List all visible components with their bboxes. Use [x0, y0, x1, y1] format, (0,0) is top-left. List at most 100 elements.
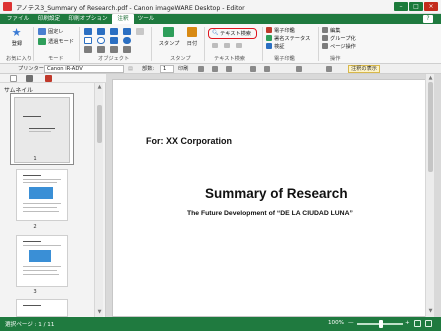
- pen-icon[interactable]: [84, 28, 92, 35]
- verify-icon: [266, 43, 272, 49]
- print-option-icon[interactable]: [296, 66, 302, 72]
- thumbnail-line: [23, 182, 57, 183]
- zoom-slider-handle[interactable]: [379, 320, 383, 328]
- seal-button[interactable]: 電子印鑑: [274, 27, 295, 34]
- print-toolbar: プリンター: Canon iR-ADV ▤ 部数: 1 印刷 注釈の表示: [0, 64, 441, 74]
- print-option-icon[interactable]: [226, 66, 232, 72]
- thumbnail-page-number: 1: [33, 156, 37, 162]
- filled-ellipse-icon[interactable]: [123, 37, 131, 44]
- thumbnail-line: [23, 211, 59, 212]
- search-option-icon[interactable]: [224, 43, 230, 48]
- print-option-icon[interactable]: [264, 66, 270, 72]
- fixed-mode-button[interactable]: 固定レ: [48, 28, 64, 35]
- group-button[interactable]: グループ化: [330, 35, 356, 42]
- arrow-icon[interactable]: [97, 46, 105, 53]
- register-button[interactable]: 登録: [8, 40, 26, 47]
- print-label[interactable]: 印刷: [178, 65, 188, 73]
- scrollbar-thumb[interactable]: [428, 82, 433, 172]
- tab-print-settings[interactable]: 印刷設定: [34, 14, 64, 24]
- highlighter-icon[interactable]: [123, 28, 131, 35]
- thumbnail-line: [29, 131, 51, 132]
- thumbnail-line: [23, 203, 61, 204]
- line-icon[interactable]: [84, 46, 92, 53]
- edit-icon: [322, 27, 328, 33]
- annotation-show-button[interactable]: 注釈の表示: [348, 65, 380, 73]
- thumbnail-page-1[interactable]: [10, 93, 74, 165]
- stamp-icon: [163, 27, 174, 37]
- fit-page-icon[interactable]: [414, 320, 421, 327]
- selected-page-status: 選択ページ : 1 / 11: [5, 322, 55, 328]
- print-option-icon[interactable]: [198, 66, 204, 72]
- edit-button[interactable]: 編集: [330, 27, 340, 34]
- tab-print-options[interactable]: 印刷オプション: [66, 14, 110, 24]
- note-icon[interactable]: [110, 28, 118, 35]
- print-option-icon[interactable]: [212, 66, 218, 72]
- scroll-up-icon[interactable]: ▲: [427, 75, 434, 82]
- thumbnail-photo: [29, 187, 53, 199]
- thumbnail-page-3[interactable]: [16, 235, 68, 287]
- group-divider: [151, 27, 152, 61]
- verify-button[interactable]: 検証: [274, 43, 284, 50]
- tab-file[interactable]: ファイル: [4, 14, 32, 24]
- group-divider: [33, 27, 34, 61]
- thumbnail-line: [23, 274, 59, 275]
- printer-select[interactable]: Canon iR-ADV: [44, 65, 124, 73]
- polygon-icon[interactable]: [123, 46, 131, 53]
- mode-group-label: モード: [48, 56, 64, 62]
- tab-annotation[interactable]: 注釈: [112, 14, 134, 24]
- search-option-icon[interactable]: [212, 43, 218, 48]
- polyline-icon[interactable]: [110, 46, 118, 53]
- thumbnail-line: [23, 266, 61, 267]
- transparent-mode-button[interactable]: 透過モード: [48, 38, 74, 45]
- document-scrollbar[interactable]: ▲ ▼: [425, 74, 434, 317]
- thumbnail-page-number: 3: [33, 289, 37, 295]
- search-icon: 🔍︎: [212, 30, 219, 36]
- scroll-down-icon[interactable]: ▼: [96, 309, 103, 316]
- search-option-icon[interactable]: [236, 43, 242, 48]
- signature-status-icon: [266, 35, 272, 41]
- e-signature-group-label: 電子印鑑: [274, 56, 295, 62]
- close-button[interactable]: ×: [424, 2, 438, 11]
- group-divider: [79, 27, 80, 61]
- title-bar: アノテス3_Summary of Research.pdf - Canon im…: [0, 0, 441, 14]
- text-search-button[interactable]: テキスト検索: [220, 30, 251, 37]
- comment-icon[interactable]: [26, 75, 33, 82]
- page-operation-icon: [322, 43, 328, 49]
- side-nav-tabs: [0, 74, 106, 83]
- print-option-icon[interactable]: [326, 66, 332, 72]
- zoom-out-button[interactable]: —: [348, 320, 354, 326]
- thumbnail-page-4[interactable]: [16, 299, 68, 317]
- zoom-in-button[interactable]: +: [405, 320, 410, 326]
- group-divider: [204, 27, 205, 61]
- thumbnail-view-icon[interactable]: [10, 75, 17, 82]
- date-stamp-button[interactable]: 日付: [184, 40, 200, 47]
- rectangle-icon[interactable]: [84, 37, 92, 44]
- thumbnail-page-2[interactable]: [16, 169, 68, 221]
- object-more-icon[interactable]: [136, 28, 144, 35]
- page-operation-button[interactable]: ページ操作: [330, 43, 356, 50]
- for-line: For: XX Corporation: [146, 136, 232, 146]
- star-icon: ★: [11, 26, 22, 39]
- help-icon[interactable]: ?: [423, 15, 433, 23]
- thumbnail-line: [23, 175, 41, 176]
- scrollbar-thumb[interactable]: [97, 105, 102, 143]
- minimize-button[interactable]: –: [394, 2, 408, 11]
- ellipse-icon[interactable]: [97, 37, 105, 44]
- copies-input[interactable]: 1: [160, 65, 174, 73]
- printer-properties-icon[interactable]: ▤: [128, 65, 133, 73]
- stamp-button[interactable]: スタンプ: [154, 40, 184, 47]
- scroll-down-icon[interactable]: ▼: [427, 308, 434, 315]
- fit-width-icon[interactable]: [425, 320, 432, 327]
- tab-tools[interactable]: ツール: [136, 14, 156, 24]
- print-option-icon[interactable]: [250, 66, 256, 72]
- filled-rectangle-icon[interactable]: [110, 37, 118, 44]
- text-icon[interactable]: [97, 28, 105, 35]
- thumbnail-line: [23, 207, 57, 208]
- seal-list-icon[interactable]: [45, 75, 52, 82]
- scroll-up-icon[interactable]: ▲: [96, 84, 103, 91]
- copies-label: 部数:: [142, 66, 155, 72]
- maximize-button[interactable]: □: [409, 2, 423, 11]
- signature-status-button[interactable]: 署名ステータス: [274, 35, 310, 42]
- thumbnail-photo: [29, 250, 51, 262]
- thumbnail-scrollbar[interactable]: ▲ ▼: [94, 83, 103, 317]
